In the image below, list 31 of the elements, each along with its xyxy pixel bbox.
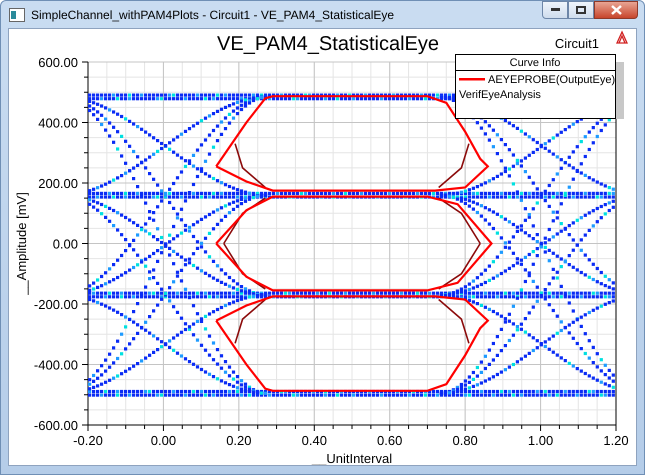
close-button[interactable] <box>594 1 638 19</box>
window-title: SimpleChannel_withPAM4Plots - Circuit1 - VE_PAM4_StatisticalEye <box>31 8 396 22</box>
minimize-icon <box>550 8 560 12</box>
legend-header: Curve Info <box>510 57 560 69</box>
minimize-button[interactable] <box>542 1 568 19</box>
maximize-button[interactable] <box>568 1 594 19</box>
axis-tick-label: 1.20 <box>603 433 629 448</box>
axis-tick-label: 600.00 <box>38 55 78 70</box>
maximize-icon <box>576 6 586 14</box>
axis-tick-label: 1.00 <box>528 433 554 448</box>
axis-tick-label: 0.20 <box>226 433 252 448</box>
axis-tick-label: 400.00 <box>38 116 78 130</box>
axis-tick-label: 0.40 <box>302 433 327 448</box>
axis-tick-label: 0.00 <box>52 236 78 252</box>
axis-tick-label: -400.00 <box>34 358 78 372</box>
app-icon <box>9 8 25 22</box>
chart-title: VE_PAM4_StatisticalEye <box>217 33 439 55</box>
axis-tick-label: -200.00 <box>34 297 78 312</box>
axis-tick-label: 200.00 <box>38 176 78 191</box>
y-axis-title: __Amplitude [mV] <box>14 192 29 295</box>
close-icon <box>610 5 622 15</box>
axis-tick-label: -0.20 <box>73 433 103 448</box>
legend-note: VerifEyeAnalysis <box>459 89 541 101</box>
axis-tick-label: 0.80 <box>452 433 478 448</box>
legend-shadow <box>616 62 624 119</box>
legend-entry-label: AEYEPROBE(OutputEye) <box>488 74 616 86</box>
axis-tick-label: 0.60 <box>377 433 402 448</box>
axis-tick-label: -600.00 <box>34 418 78 433</box>
axis-tick-label: 0.00 <box>150 433 176 448</box>
logo-icon <box>616 31 628 44</box>
circuit-label: Circuit1 <box>554 36 599 51</box>
